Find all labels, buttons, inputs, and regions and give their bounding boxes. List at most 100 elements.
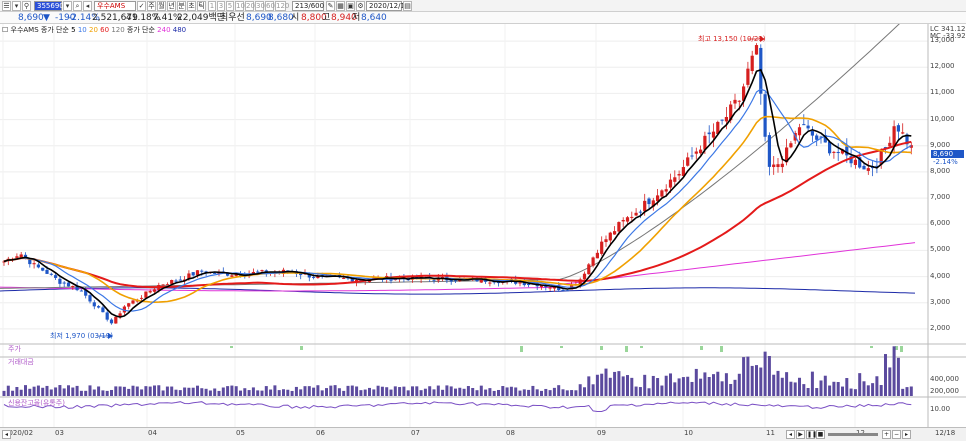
amount-bar (398, 387, 402, 396)
amount-value: 22,049백만 (177, 13, 226, 23)
period-tick-button[interactable]: 틱 (197, 1, 206, 11)
amount-bar (802, 384, 806, 396)
price-chart[interactable]: 최고 13,150 (10/29) 최저 1,970 (03/19) (0, 24, 966, 427)
candle-body (746, 68, 750, 85)
prev-icon[interactable]: ◂ (83, 1, 92, 11)
qty-label: 최우선 (220, 13, 245, 23)
candle-body (170, 280, 174, 284)
amount-bar (647, 388, 651, 396)
amount-bar (544, 388, 548, 396)
scroll-slider[interactable] (828, 433, 878, 436)
interval-1-button[interactable]: 1 (208, 1, 216, 11)
settings-icon[interactable]: ⚙ (356, 1, 365, 11)
save-icon[interactable]: ▣ (346, 1, 355, 11)
split-icon[interactable]: ▾ (12, 1, 21, 11)
period-sec-button[interactable]: 초 (187, 1, 196, 11)
interval-20-button[interactable]: 20 (245, 1, 255, 11)
amount-bar (686, 376, 690, 396)
candle-body (866, 168, 870, 171)
amount-bar (239, 390, 242, 396)
price-tick: 7,000 (930, 193, 951, 202)
amount-bar (759, 367, 763, 396)
amount-bar (350, 385, 354, 396)
interval-3-button[interactable]: 3 (217, 1, 225, 11)
amount-bar (127, 388, 131, 396)
amount-bar (445, 385, 449, 396)
stock-name-field[interactable]: 우수AMS (94, 1, 136, 11)
amount-bar (286, 389, 290, 396)
candle-body (630, 216, 634, 218)
amount-bar (204, 388, 208, 396)
candle-body (711, 131, 716, 138)
candle-body (230, 275, 234, 277)
pause-icon[interactable]: ❚❚ (806, 430, 817, 439)
count-field[interactable]: 213/600 (292, 1, 324, 11)
interval-30-button[interactable]: 30 (255, 1, 265, 11)
candle-body (32, 263, 36, 265)
period-min-button[interactable]: 분 (177, 1, 186, 11)
candle-body (668, 179, 673, 188)
amount-bar (527, 389, 531, 396)
candle-body (71, 286, 75, 288)
scroll-left-icon[interactable]: ◂ (786, 430, 795, 439)
amount-bar (234, 386, 238, 396)
amount-bar (299, 389, 303, 396)
stop-icon[interactable]: ■ (816, 430, 825, 439)
calendar-icon[interactable]: ▤ (403, 1, 412, 11)
legend-checkbox[interactable]: ☐ (2, 26, 8, 34)
amount-bar (273, 385, 277, 396)
candle-body (797, 127, 802, 136)
down-arrow-icon: ▼ (43, 13, 50, 23)
chart-start-icon[interactable]: ◂ (2, 430, 11, 439)
amount-bar (419, 390, 423, 396)
zoom-in-icon[interactable]: + (882, 430, 891, 439)
amount-bar (608, 377, 612, 396)
draw-icon[interactable]: ✎ (326, 1, 335, 11)
candle-body (901, 132, 905, 134)
code-dropdown-icon[interactable]: ▾ (63, 1, 72, 11)
amount-bar (638, 387, 642, 396)
candle-body (152, 289, 157, 292)
scroll-right-icon[interactable]: ▸ (902, 430, 911, 439)
legend-ma-label: 종가 단순 (40, 26, 69, 34)
amount-bar (845, 378, 849, 396)
amount-bar (501, 386, 505, 396)
candle-body (591, 257, 595, 266)
menu-icon[interactable]: ☰ (2, 1, 11, 11)
candle-body (15, 256, 19, 258)
interval-10-button[interactable]: 10 (235, 1, 245, 11)
table-icon[interactable]: ▦ (336, 1, 345, 11)
candle-body (720, 119, 724, 121)
interval-5-button[interactable]: 5 (226, 1, 234, 11)
stock-code-field[interactable]: 355690 (34, 1, 64, 11)
amount-bar (557, 385, 561, 396)
x-tick-label: 05 (236, 429, 245, 437)
amount-bar (290, 390, 294, 396)
date-field[interactable]: 2020/12/18 (366, 1, 409, 11)
amount-bar (479, 385, 483, 396)
amount-bar (32, 386, 36, 396)
candle-body (694, 151, 698, 154)
link-icon[interactable]: ⚲ (22, 1, 31, 11)
period-week-button[interactable]: 월 (157, 1, 166, 11)
amount-bar (617, 371, 621, 396)
check-icon[interactable]: ✓ (137, 1, 146, 11)
candle-body (36, 264, 40, 268)
panel-credit-label: 신용잔고율(유통주) (8, 399, 65, 407)
x-tick-label: 09 (597, 429, 606, 437)
low-label: 저 (352, 13, 361, 23)
panel1-bar (640, 346, 643, 348)
price-tick: 6,000 (930, 219, 951, 228)
amount-bar (634, 386, 638, 396)
candle-body (613, 231, 617, 235)
search-icon[interactable]: ⌕ (73, 1, 82, 11)
play-icon[interactable]: ▶ (796, 430, 805, 439)
period-day-button[interactable]: 주 (147, 1, 156, 11)
zoom-out-icon[interactable]: − (892, 430, 901, 439)
interval-60-button[interactable]: 60 (265, 1, 275, 11)
interval-120-button[interactable]: 120 (275, 1, 289, 11)
amount-bar (798, 377, 801, 396)
period-month-button[interactable]: 년 (167, 1, 176, 11)
candle-body (892, 126, 896, 147)
amount-bar (316, 385, 320, 396)
